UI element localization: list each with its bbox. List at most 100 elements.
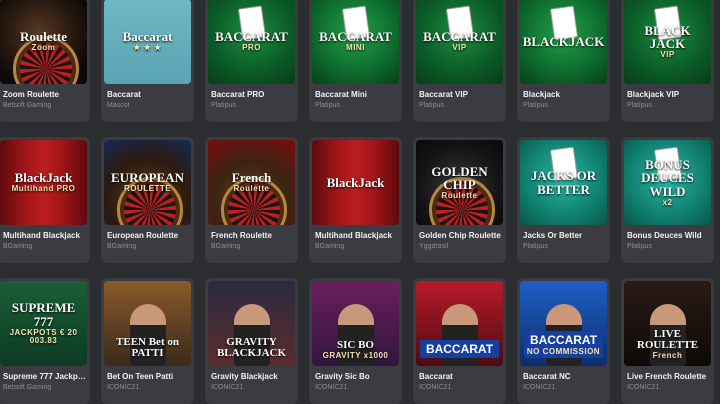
game-card[interactable]: EUROPEAN ROULETTE European Roulette BGaming — [101, 137, 194, 263]
game-title[interactable]: Zoom Roulette — [3, 90, 87, 99]
game-card[interactable]: Roulette Zoom Zoom Roulette Betsoft Gaming — [0, 0, 90, 122]
game-thumbnail[interactable]: BLACKJACK — [520, 0, 607, 84]
game-provider: Platipus — [419, 102, 444, 109]
game-thumbnail[interactable]: GOLDEN CHIP Roulette — [416, 140, 503, 225]
game-provider: ICONIC21 — [211, 384, 244, 391]
game-thumbnail[interactable]: BACCARAT MINI — [312, 0, 399, 84]
game-title[interactable]: Blackjack VIP — [627, 90, 711, 99]
game-provider: ICONIC21 — [627, 384, 660, 391]
game-provider: Yggdrasil — [419, 243, 449, 250]
game-title[interactable]: Bet On Teen Patti — [107, 372, 191, 381]
game-thumbnail[interactable]: EUROPEAN ROULETTE — [104, 140, 191, 225]
thumbnail-title: BACCARAT VIP — [423, 29, 496, 53]
game-card[interactable]: BlackJack Multihand PRO Multihand Blackjac… — [0, 137, 90, 263]
game-title[interactable]: Baccarat NC — [523, 372, 607, 381]
game-title[interactable]: Baccarat VIP — [419, 90, 503, 99]
game-provider: Platipus — [315, 102, 340, 109]
game-thumbnail[interactable]: Roulette Zoom — [0, 0, 87, 84]
game-provider: Platipus — [211, 102, 236, 109]
game-title[interactable]: Baccarat — [419, 372, 503, 381]
games-grid: Roulette Zoom Zoom Roulette Betsoft Gaming B… — [0, 0, 720, 404]
game-title[interactable]: French Roulette — [211, 231, 295, 240]
game-card[interactable]: SUPREME 777 JACKPOTS € 20 003.83 Supreme 7… — [0, 278, 90, 404]
thumbnail-subtitle: ★ ★ ★ — [133, 43, 162, 53]
game-title[interactable]: Golden Chip Roulette — [419, 231, 503, 240]
game-thumbnail[interactable]: BACCARAT PRO — [208, 0, 295, 84]
thumbnail-subtitle: Zoom — [31, 43, 56, 53]
game-card[interactable]: BONUS DEUCES WILD x2 Bonus Deuces Wild Plat… — [621, 137, 714, 263]
game-thumbnail[interactable]: BACCARAT VIP — [416, 0, 503, 84]
game-title[interactable]: Baccarat — [107, 90, 191, 99]
game-title[interactable]: Baccarat Mini — [315, 90, 399, 99]
game-card[interactable]: BLACKJACK Blackjack Platipus — [517, 0, 610, 122]
thumbnail-title: BlackJack Multihand PRO — [11, 170, 76, 194]
game-title[interactable]: Live French Roulette — [627, 372, 711, 381]
game-thumbnail[interactable]: SUPREME 777 JACKPOTS € 20 003.83 — [0, 281, 87, 366]
game-provider: ICONIC21 — [523, 384, 556, 391]
game-thumbnail[interactable]: TEEN Bet on PATTI — [104, 281, 191, 366]
thumbnail-title: BLACKJACK — [522, 33, 605, 49]
game-provider: BGaming — [3, 243, 33, 250]
game-thumbnail[interactable]: Baccarat ★ ★ ★ — [104, 0, 191, 84]
game-title[interactable]: Supreme 777 Jackpots — [3, 372, 87, 381]
game-title[interactable]: Jacks Or Better — [523, 231, 607, 240]
game-title[interactable]: Baccarat PRO — [211, 90, 295, 99]
game-card[interactable]: BACCARAT Baccarat ICONIC21 — [413, 278, 506, 404]
game-card[interactable]: BLACK JACK VIP Blackjack VIP Platipus — [621, 0, 714, 122]
thumbnail-title: BACCARAT NO COMMISSION — [524, 331, 603, 358]
game-card[interactable]: SIC BO GRAVITY x1000 Gravity Sic Bo ICONIC2… — [309, 278, 402, 404]
game-thumbnail[interactable]: GRAVITY BLACKJACK — [208, 281, 295, 366]
game-title[interactable]: European Roulette — [107, 231, 191, 240]
game-thumbnail[interactable]: BlackJack Multihand PRO — [0, 140, 87, 225]
game-card[interactable]: Baccarat ★ ★ ★ Baccarat Mascot — [101, 0, 194, 122]
game-card[interactable]: LIVE ROULETTE French Live French Roulette I… — [621, 278, 714, 404]
game-thumbnail[interactable]: SIC BO GRAVITY x1000 — [312, 281, 399, 366]
game-thumbnail[interactable]: French Roulette — [208, 140, 295, 225]
thumbnail-title: SIC BO GRAVITY x1000 — [312, 339, 399, 360]
game-thumbnail[interactable]: BlackJack — [312, 140, 399, 225]
game-card[interactable]: BACCARAT VIP Baccarat VIP Platipus — [413, 0, 506, 122]
thumbnail-title: EUROPEAN ROULETTE — [111, 170, 184, 194]
game-card[interactable]: JACKS OR BETTER Jacks Or Better Platipus — [517, 137, 610, 263]
game-title[interactable]: Blackjack — [523, 90, 607, 99]
game-card[interactable]: GRAVITY BLACKJACK Gravity Blackjack ICONIC… — [205, 278, 298, 404]
game-title[interactable]: Gravity Sic Bo — [315, 372, 399, 381]
thumbnail-subtitle: ROULETTE — [123, 184, 172, 194]
game-title[interactable]: Gravity Blackjack — [211, 372, 295, 381]
game-card[interactable]: BACCARAT PRO Baccarat PRO Platipus — [205, 0, 298, 122]
thumbnail-subtitle: NO COMMISSION — [526, 347, 601, 356]
game-card[interactable]: BACCARAT NO COMMISSION Baccarat NC ICONIC21 — [517, 278, 610, 404]
thumbnail-subtitle: x2 — [662, 197, 673, 207]
game-title[interactable]: Multihand Blackjack — [3, 231, 87, 240]
game-provider: ICONIC21 — [315, 384, 348, 391]
thumbnail-subtitle: PRO — [242, 43, 261, 53]
game-thumbnail[interactable]: BONUS DEUCES WILD x2 — [624, 140, 711, 225]
thumbnail-subtitle: Roulette — [233, 184, 270, 194]
game-thumbnail[interactable]: JACKS OR BETTER — [520, 140, 607, 225]
game-provider: Platipus — [627, 102, 652, 109]
game-title[interactable]: Bonus Deuces Wild — [627, 231, 711, 240]
game-provider: Mascot — [107, 102, 130, 109]
game-card[interactable]: GOLDEN CHIP Roulette Golden Chip Roulette Y… — [413, 137, 506, 263]
thumbnail-subtitle: VIP — [660, 49, 675, 59]
game-card[interactable]: French Roulette French Roulette BGaming — [205, 137, 298, 263]
thumbnail-title: GOLDEN CHIP Roulette — [416, 164, 503, 201]
thumbnail-title: Baccarat ★ ★ ★ — [122, 29, 173, 53]
thumbnail-subtitle: GRAVITY x1000 — [322, 350, 389, 360]
game-title[interactable]: Multihand Blackjack — [315, 231, 399, 240]
game-provider: ICONIC21 — [419, 384, 452, 391]
game-card[interactable]: BlackJack Multihand Blackjack BGaming — [309, 137, 402, 263]
game-thumbnail[interactable]: BACCARAT NO COMMISSION — [520, 281, 607, 366]
game-card[interactable]: TEEN Bet on PATTI Bet On Teen Patti ICONIC… — [101, 278, 194, 404]
thumbnail-subtitle: Roulette — [441, 190, 478, 200]
game-provider: ICONIC21 — [107, 384, 140, 391]
game-thumbnail[interactable]: BLACK JACK VIP — [624, 0, 711, 84]
thumbnail-title: French Roulette — [231, 170, 272, 194]
thumbnail-title: BACCARAT — [420, 340, 499, 358]
game-thumbnail[interactable]: BACCARAT — [416, 281, 503, 366]
thumbnail-subtitle: MINI — [346, 43, 365, 53]
game-thumbnail[interactable]: LIVE ROULETTE French — [624, 281, 711, 366]
game-provider: Platipus — [523, 243, 548, 250]
game-provider: Betsoft Gaming — [3, 102, 52, 109]
game-card[interactable]: BACCARAT MINI Baccarat Mini Platipus — [309, 0, 402, 122]
